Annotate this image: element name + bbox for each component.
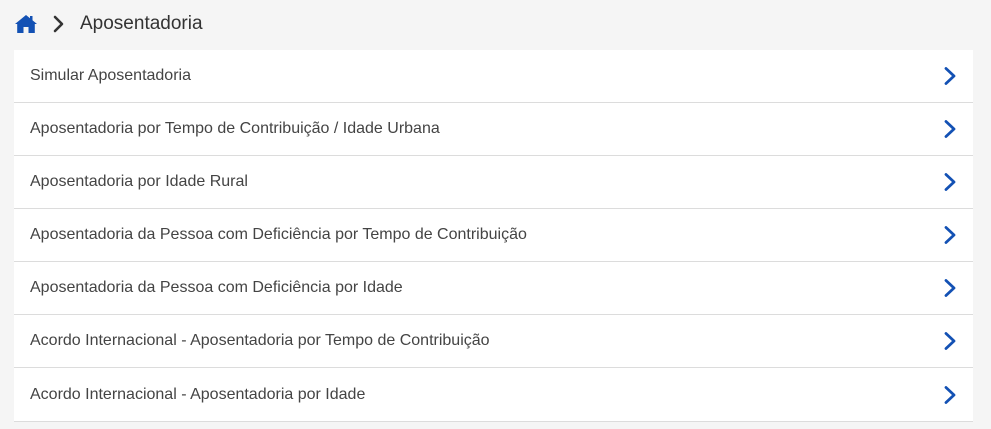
home-icon[interactable] xyxy=(14,13,38,35)
list-item-label: Aposentadoria da Pessoa com Deficiência … xyxy=(30,226,527,243)
chevron-right-icon xyxy=(943,66,957,86)
breadcrumb-current: Aposentadoria xyxy=(80,13,203,34)
list-item-label: Acordo Internacional - Aposentadoria por… xyxy=(30,332,490,349)
list-item-label: Aposentadoria por Tempo de Contribuição … xyxy=(30,120,440,137)
list-item-acordo-internacional-tempo-contribuicao[interactable]: Acordo Internacional - Aposentadoria por… xyxy=(14,315,973,368)
chevron-right-icon xyxy=(943,385,957,405)
chevron-right-icon xyxy=(943,225,957,245)
list-item-label: Simular Aposentadoria xyxy=(30,67,191,84)
list-item-tempo-contribuicao-idade-urbana[interactable]: Aposentadoria por Tempo de Contribuição … xyxy=(14,103,973,156)
chevron-right-icon xyxy=(943,278,957,298)
page: Aposentadoria Simular Aposentadoria Apos… xyxy=(0,0,991,429)
list-item-label: Acordo Internacional - Aposentadoria por… xyxy=(30,385,366,403)
aposentadoria-menu-list: Simular Aposentadoria Aposentadoria por … xyxy=(14,50,973,422)
list-item-deficiencia-idade[interactable]: Aposentadoria da Pessoa com Deficiência … xyxy=(14,262,973,315)
list-item-label: Aposentadoria por Idade Rural xyxy=(30,173,248,190)
list-item-label: Aposentadoria da Pessoa com Deficiência … xyxy=(30,279,403,296)
list-item-acordo-internacional-idade[interactable]: Acordo Internacional - Aposentadoria por… xyxy=(14,368,973,422)
list-item-simular-aposentadoria[interactable]: Simular Aposentadoria xyxy=(14,50,973,103)
list-item-deficiencia-tempo-contribuicao[interactable]: Aposentadoria da Pessoa com Deficiência … xyxy=(14,209,973,262)
chevron-right-icon xyxy=(943,119,957,139)
breadcrumb: Aposentadoria xyxy=(14,0,203,48)
chevron-right-icon xyxy=(943,331,957,351)
chevron-right-icon xyxy=(52,13,66,35)
list-item-idade-rural[interactable]: Aposentadoria por Idade Rural xyxy=(14,156,973,209)
chevron-right-icon xyxy=(943,172,957,192)
